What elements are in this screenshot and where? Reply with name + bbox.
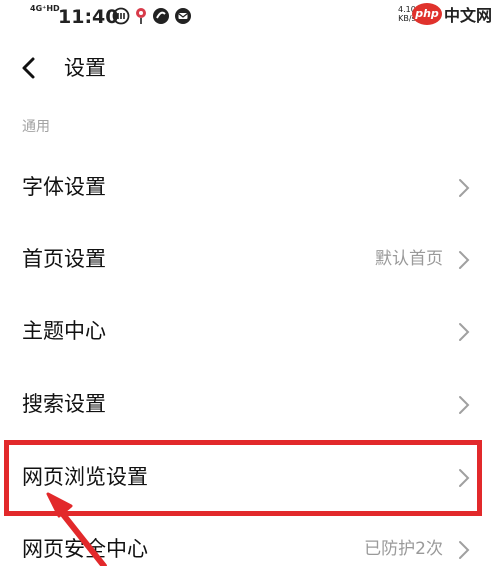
annotation-arrow — [46, 492, 107, 566]
